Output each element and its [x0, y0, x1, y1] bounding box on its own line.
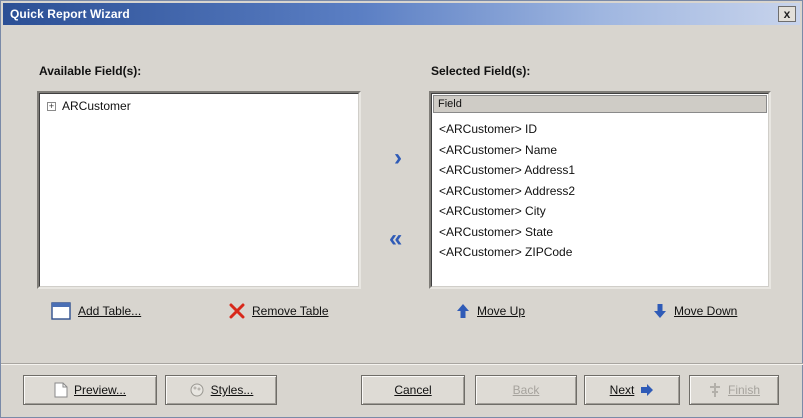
available-fields-tree[interactable]: + ARCustomer	[37, 91, 361, 289]
arrow-right-icon	[640, 383, 654, 397]
list-item[interactable]: <ARCustomer> City	[439, 201, 575, 222]
move-down-button[interactable]: Move Down	[653, 303, 737, 319]
finish-button[interactable]: Finish	[689, 375, 779, 405]
field-column-header[interactable]: Field	[433, 95, 767, 113]
next-label: Next	[609, 383, 635, 397]
selected-fields-heading: Selected Field(s):	[431, 64, 531, 78]
chevron-right-icon: ›	[394, 144, 402, 171]
list-item[interactable]: <ARCustomer> Address2	[439, 181, 575, 202]
move-down-label: Move Down	[674, 304, 738, 318]
list-item[interactable]: <ARCustomer> Address1	[439, 160, 575, 181]
selected-fields-list[interactable]: Field <ARCustomer> ID <ARCustomer> Name …	[429, 91, 771, 289]
styles-button[interactable]: Styles...	[165, 375, 277, 405]
double-chevron-left-icon: «	[389, 225, 403, 252]
window-title: Quick Report Wizard	[10, 7, 130, 21]
preview-button[interactable]: Preview...	[23, 375, 157, 405]
remove-table-label: Remove Table	[252, 304, 329, 318]
styles-label: Styles...	[210, 383, 254, 397]
add-field-button[interactable]: ›	[394, 146, 402, 170]
arrow-down-icon	[653, 303, 667, 319]
selected-field-items: <ARCustomer> ID <ARCustomer> Name <ARCus…	[439, 119, 575, 263]
styles-icon	[189, 382, 205, 398]
back-button[interactable]: Back	[475, 375, 577, 405]
finish-icon	[708, 382, 722, 398]
tree-item-label: ARCustomer	[62, 99, 131, 113]
cancel-label: Cancel	[394, 383, 432, 397]
list-item[interactable]: <ARCustomer> ZIPCode	[439, 242, 575, 263]
title-bar[interactable]: Quick Report Wizard x	[3, 3, 800, 25]
red-x-icon	[229, 303, 245, 319]
page-icon	[54, 382, 68, 398]
table-window-icon	[51, 302, 71, 320]
list-item[interactable]: <ARCustomer> ID	[439, 119, 575, 140]
add-table-button[interactable]: Add Table...	[51, 302, 141, 320]
list-item[interactable]: <ARCustomer> Name	[439, 140, 575, 161]
next-button[interactable]: Next	[584, 375, 680, 405]
add-table-label: Add Table...	[78, 304, 142, 318]
finish-label: Finish	[727, 383, 760, 397]
available-fields-heading: Available Field(s):	[39, 64, 142, 78]
back-label: Back	[512, 383, 540, 397]
cancel-button[interactable]: Cancel	[361, 375, 465, 405]
separator	[1, 363, 803, 365]
tree-item-arcustomer[interactable]: + ARCustomer	[47, 99, 131, 113]
expand-icon[interactable]: +	[47, 101, 56, 111]
move-up-label: Move Up	[477, 304, 526, 318]
preview-label: Preview...	[73, 383, 127, 397]
close-button[interactable]: x	[778, 6, 796, 22]
move-up-button[interactable]: Move Up	[456, 303, 525, 319]
list-item[interactable]: <ARCustomer> State	[439, 222, 575, 243]
remove-all-fields-button[interactable]: «	[389, 227, 402, 251]
quick-report-wizard-window: Quick Report Wizard x Available Field(s)…	[0, 0, 803, 418]
remove-table-button[interactable]: Remove Table	[229, 303, 329, 319]
arrow-up-icon	[456, 303, 470, 319]
